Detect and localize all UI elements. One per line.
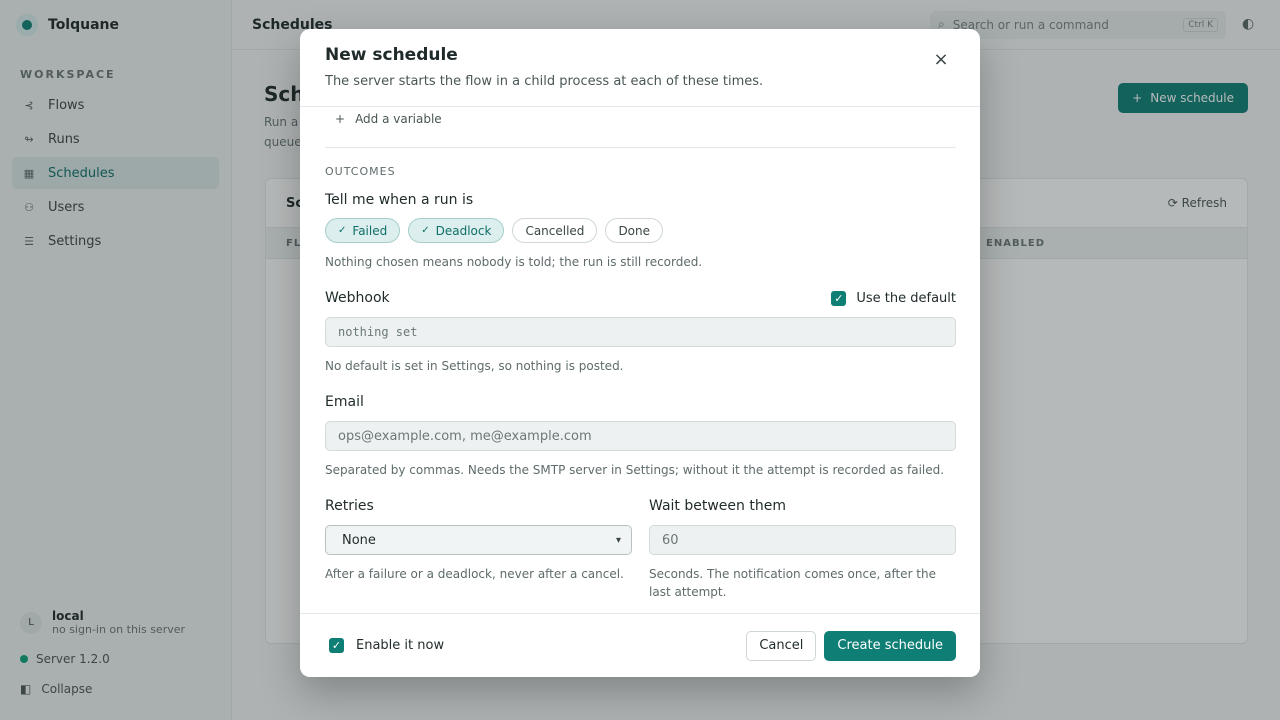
- retries-value: None: [342, 532, 376, 548]
- dialog-footer: ✓ Enable it now Cancel Create schedule: [300, 613, 980, 677]
- create-schedule-button[interactable]: Create schedule: [824, 630, 956, 661]
- webhook-row: Webhook ✓ Use the default: [325, 290, 956, 306]
- retries-column: Retries None ▾ After a failure or a dead…: [325, 498, 632, 601]
- checkbox-checked-icon: ✓: [831, 290, 847, 306]
- chip-label: Done: [618, 223, 651, 238]
- chevron-down-icon: ▾: [615, 534, 621, 546]
- webhook-label: Webhook: [325, 290, 390, 306]
- chip-cancelled[interactable]: Cancelled: [512, 218, 598, 243]
- divider: [325, 147, 956, 148]
- email-label: Email: [325, 394, 364, 410]
- wait-help: Seconds. The notification comes once, af…: [649, 567, 937, 599]
- check-icon: ✓: [421, 225, 430, 236]
- dialog-subtitle: The server starts the flow in a child pr…: [325, 74, 764, 89]
- chip-label: Deadlock: [435, 223, 492, 238]
- retries-label: Retries: [325, 498, 374, 514]
- wait-column: Wait between them 60 Seconds. The notifi…: [649, 498, 956, 601]
- cancel-button[interactable]: Cancel: [746, 630, 817, 661]
- webhook-help: No default is set in Settings, so nothin…: [325, 359, 624, 373]
- use-default-label: Use the default: [856, 290, 956, 306]
- plus-icon: +: [335, 112, 346, 126]
- wait-label: Wait between them: [649, 498, 786, 514]
- enable-now-label: Enable it now: [356, 638, 445, 653]
- email-help: Separated by commas. Needs the SMTP serv…: [325, 463, 945, 477]
- email-field[interactable]: ops@example.com, me@example.com: [325, 421, 956, 451]
- chip-label: Failed: [352, 223, 388, 238]
- chip-deadlock[interactable]: ✓ Deadlock: [408, 218, 505, 243]
- retries-row: Retries None ▾ After a failure or a dead…: [325, 498, 956, 601]
- tell-me-label: Tell me when a run is: [325, 192, 474, 208]
- chip-done[interactable]: Done: [605, 218, 664, 243]
- dialog-title: New schedule: [325, 45, 458, 65]
- use-default-checkbox[interactable]: ✓ Use the default: [831, 290, 956, 306]
- enable-now-checkbox[interactable]: ✓ Enable it now: [329, 638, 444, 653]
- dialog-body[interactable]: + Add a variable OUTCOMES Tell me when a…: [300, 107, 980, 612]
- wait-field[interactable]: 60: [649, 525, 956, 555]
- outcomes-section-label: OUTCOMES: [325, 165, 396, 178]
- webhook-field[interactable]: nothing set: [325, 317, 956, 347]
- retries-select[interactable]: None ▾: [325, 525, 632, 555]
- retries-help: After a failure or a deadlock, never aft…: [325, 567, 624, 581]
- dialog-header: New schedule The server starts the flow …: [300, 29, 980, 107]
- outcome-chips: ✓ Failed ✓ Deadlock Cancelled Done: [325, 218, 956, 243]
- checkbox-checked-icon: ✓: [329, 638, 344, 653]
- chip-label: Cancelled: [525, 223, 585, 238]
- add-variable-button[interactable]: + Add a variable: [325, 108, 956, 130]
- outcome-help: Nothing chosen means nobody is told; the…: [325, 255, 703, 269]
- new-schedule-dialog: New schedule The server starts the flow …: [300, 29, 980, 677]
- chip-failed[interactable]: ✓ Failed: [325, 218, 401, 243]
- check-icon: ✓: [338, 225, 347, 236]
- add-variable-label: Add a variable: [355, 112, 442, 126]
- close-icon[interactable]: ×: [932, 51, 950, 69]
